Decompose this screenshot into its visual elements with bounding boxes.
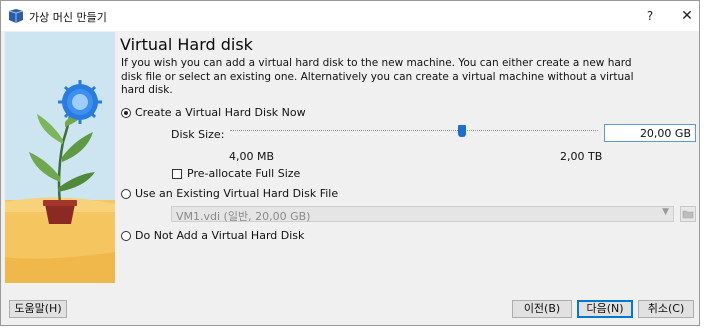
window-title: 가상 머신 만들기 — [29, 11, 107, 24]
create-vm-dialog: 가상 머신 만들기 ? ✕ Virtual Hard disk If you w… — [0, 0, 700, 326]
disk-size-slider-handle[interactable] — [457, 125, 466, 137]
disk-size-slider[interactable] — [230, 130, 598, 134]
close-button[interactable]: ✕ — [677, 6, 697, 26]
slider-max-label: 2,00 TB — [560, 150, 603, 163]
existing-disk-select[interactable]: VM1.vdi (일반, 20,00 GB) ▼ — [171, 206, 674, 223]
create-disk-radio[interactable] — [121, 108, 131, 118]
wizard-illustration — [5, 32, 115, 283]
slider-min-label: 4,00 MB — [229, 150, 275, 163]
preallocate-label[interactable]: Pre-allocate Full Size — [187, 167, 300, 180]
page-title: Virtual Hard disk — [120, 35, 253, 54]
cancel-button[interactable]: 취소(C) — [638, 300, 694, 318]
existing-disk-value: VM1.vdi (일반, 20,00 GB) — [176, 210, 311, 223]
page-description: If you wish you can add a virtual hard d… — [121, 57, 634, 96]
create-disk-label[interactable]: Create a Virtual Hard Disk Now — [135, 106, 306, 119]
use-existing-label[interactable]: Use an Existing Virtual Hard Disk File — [135, 187, 338, 200]
disk-size-label: Disk Size: — [171, 128, 225, 141]
use-existing-radio[interactable] — [121, 189, 131, 199]
back-button[interactable]: 이전(B) — [512, 300, 572, 318]
folder-open-icon[interactable] — [680, 206, 696, 222]
help-button[interactable]: 도움말(H) — [9, 300, 67, 318]
help-title-button[interactable]: ? — [640, 6, 660, 26]
title-bar: 가상 머신 만들기 ? ✕ — [1, 1, 699, 31]
no-disk-radio[interactable] — [121, 231, 131, 241]
disk-size-input[interactable] — [604, 124, 696, 142]
preallocate-checkbox[interactable] — [172, 169, 182, 179]
chevron-down-icon: ▼ — [662, 207, 669, 217]
virtualbox-icon — [8, 9, 24, 23]
no-disk-label[interactable]: Do Not Add a Virtual Hard Disk — [135, 229, 304, 242]
next-button[interactable]: 다음(N) — [577, 300, 633, 318]
